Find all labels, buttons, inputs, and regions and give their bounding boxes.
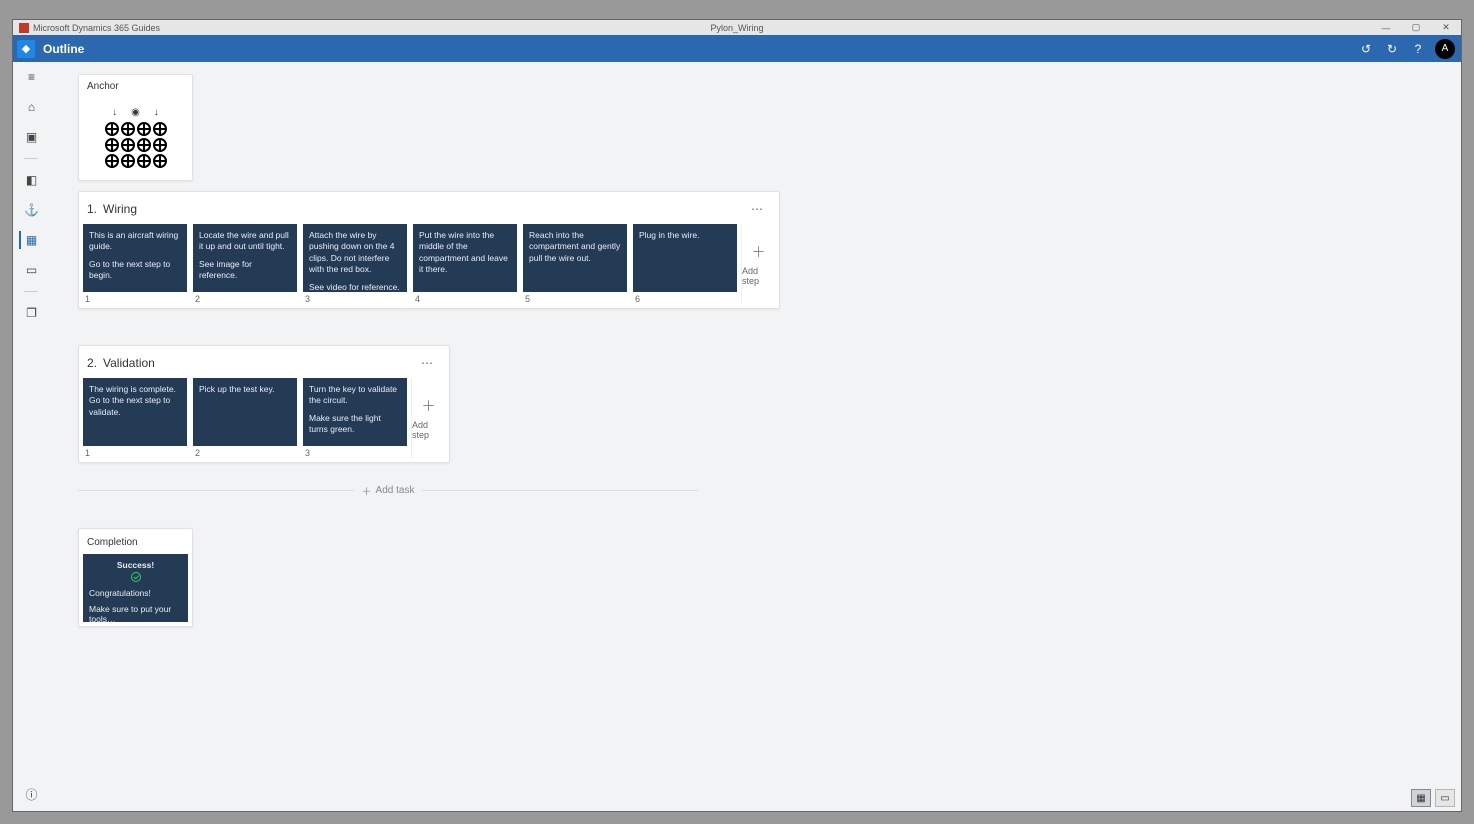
step-number: 5 (523, 292, 633, 304)
nav-separator (24, 158, 38, 159)
ribbon: ◆ Outline ↺ ↻ ? A (13, 35, 1461, 62)
minimize-button[interactable]: — (1371, 20, 1401, 35)
step-number: 3 (303, 292, 413, 304)
anchor-title: Anchor (79, 75, 192, 98)
left-nav: ≡ ⌂ ▣ ◧ ⚓ ▦ ▭ ❐ ⓘ (13, 62, 48, 811)
step-number: 4 (413, 292, 523, 304)
anchor-globe-icon: ◉ (131, 107, 140, 118)
body: ≡ ⌂ ▣ ◧ ⚓ ▦ ▭ ❐ ⓘ Anchor ↓ ◉ ↓ (13, 62, 1461, 811)
undo-icon[interactable]: ↺ (1357, 40, 1375, 58)
app-icon (19, 23, 29, 33)
app-name: Microsoft Dynamics 365 Guides (33, 23, 160, 33)
hamburger-icon[interactable]: ≡ (19, 68, 43, 86)
steps-row: This is an aircraft wiring guide.Go to t… (83, 224, 775, 304)
plus-icon: ＋ (422, 396, 436, 416)
info-icon[interactable]: ⓘ (19, 785, 43, 803)
completion-note: Make sure to put your tools… (89, 604, 182, 624)
add-step-button[interactable]: ＋ Add step (741, 224, 775, 304)
page-title: Outline (43, 42, 84, 56)
titlebar: Microsoft Dynamics 365 Guides Pylon_Wiri… (13, 20, 1461, 35)
anchor-card[interactable]: Anchor ↓ ◉ ↓ (78, 74, 193, 181)
completion-success: Success! (89, 560, 182, 570)
add-task-row: ＋ Add task (78, 483, 698, 498)
success-check-icon (89, 572, 182, 584)
task-number: 2. (87, 356, 97, 370)
close-button[interactable]: ✕ (1431, 20, 1461, 35)
window-controls: — ▢ ✕ (1371, 20, 1461, 35)
completion-congrats: Congratulations! (89, 588, 182, 598)
completion-title: Completion (83, 533, 188, 554)
completion-body: Success! Congratulations! Make sure to p… (83, 554, 188, 622)
anchor-icon[interactable]: ⚓ (19, 201, 43, 219)
step-card[interactable]: Locate the wire and pull it up and out u… (193, 224, 297, 292)
step-card[interactable]: Turn the key to validate the circuit.Mak… (303, 378, 407, 446)
step-card[interactable]: Reach into the compartment and gently pu… (523, 224, 627, 292)
task-header[interactable]: 2. Validation ⋯ (83, 350, 445, 378)
step-card[interactable]: Plug in the wire. (633, 224, 737, 292)
add-step-label: Add step (742, 266, 775, 286)
task-more-icon[interactable]: ⋯ (415, 356, 441, 370)
task-header[interactable]: 1. Wiring ⋯ (83, 196, 775, 224)
task-card: 2. Validation ⋯ The wiring is complete. … (78, 345, 450, 463)
add-task-button[interactable]: ＋ Add task (354, 483, 423, 498)
step-number: 6 (633, 292, 743, 304)
image-icon[interactable]: ▣ (19, 128, 43, 146)
outline-icon[interactable]: ▦ (19, 231, 43, 249)
view-toggles: ▦ ▭ (1411, 789, 1455, 807)
completion-card[interactable]: Completion Success! Congratulations! Mak… (78, 528, 193, 627)
task-number: 1. (87, 202, 97, 216)
step-editor-icon[interactable]: ▭ (19, 261, 43, 279)
redo-icon[interactable]: ↻ (1383, 40, 1401, 58)
home-icon[interactable]: ⌂ (19, 98, 43, 116)
task-name: Validation (103, 356, 155, 370)
step-number: 1 (83, 292, 193, 304)
step-card[interactable]: The wiring is complete. Go to the next s… (83, 378, 187, 446)
step-card[interactable]: Put the wire into the middle of the comp… (413, 224, 517, 292)
add-step-label: Add step (412, 420, 445, 440)
task-more-icon[interactable]: ⋯ (745, 202, 771, 216)
steps-row: The wiring is complete. Go to the next s… (83, 378, 445, 458)
step-number: 2 (193, 292, 303, 304)
maximize-button[interactable]: ▢ (1401, 20, 1431, 35)
step-card[interactable]: Attach the wire by pushing down on the 4… (303, 224, 407, 292)
task-card: 1. Wiring ⋯ This is an aircraft wiring g… (78, 191, 780, 309)
step-card[interactable]: This is an aircraft wiring guide.Go to t… (83, 224, 187, 292)
anchor-arrow-icon: ↓ (154, 107, 159, 118)
plus-icon: ＋ (362, 483, 372, 498)
object-icon[interactable]: ◧ (19, 171, 43, 189)
step-card[interactable]: Pick up the test key. (193, 378, 297, 446)
outline-canvas[interactable]: Anchor ↓ ◉ ↓ 1. (48, 62, 1461, 811)
step-number: 3 (303, 446, 413, 458)
plus-icon: ＋ (752, 242, 766, 262)
package-icon[interactable]: ❐ (19, 304, 43, 322)
product-logo-icon: ◆ (17, 40, 35, 58)
add-task-label: Add task (376, 485, 415, 496)
document-name: Pylon_Wiring (710, 23, 763, 33)
task-name: Wiring (103, 202, 137, 216)
nav-separator (24, 291, 38, 292)
step-number: 2 (193, 446, 303, 458)
avatar[interactable]: A (1435, 39, 1455, 59)
anchor-arrow-icon: ↓ (112, 107, 117, 118)
app-window: Microsoft Dynamics 365 Guides Pylon_Wiri… (12, 19, 1462, 812)
help-icon[interactable]: ? (1409, 40, 1427, 58)
card-view-icon[interactable]: ▭ (1435, 789, 1455, 807)
anchor-thumbnail: ↓ ◉ ↓ (83, 98, 188, 176)
step-number: 1 (83, 446, 193, 458)
add-step-button[interactable]: ＋ Add step (411, 378, 445, 458)
grid-view-icon[interactable]: ▦ (1411, 789, 1431, 807)
